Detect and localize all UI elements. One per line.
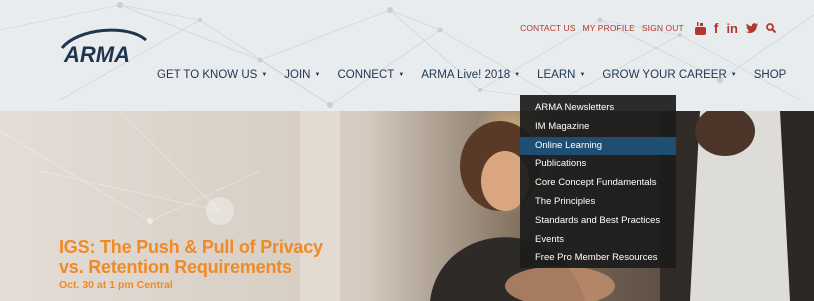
nav-label: SHOP bbox=[753, 69, 787, 81]
menu-item-core-concept-fundamentals[interactable]: Core Concept Fundamentals bbox=[520, 174, 676, 193]
facebook-icon[interactable]: f bbox=[714, 20, 719, 36]
main-nav: GET TO KNOW US ▼ JOIN ▼ CONNECT ▼ ARMA Live… bbox=[157, 69, 803, 81]
nav-learn[interactable]: LEARN ▼ bbox=[537, 69, 585, 81]
nav-arma-live[interactable]: ARMA Live! 2018 ▼ bbox=[421, 69, 520, 81]
utility-bar: CONTACT US MY PROFILE SIGN OUT f in bbox=[520, 20, 776, 36]
menu-item-im-magazine[interactable]: IM Magazine bbox=[520, 118, 676, 137]
nav-get-to-know-us[interactable]: GET TO KNOW US ▼ bbox=[157, 69, 267, 81]
twitter-icon[interactable] bbox=[746, 23, 758, 33]
chevron-down-icon: ▼ bbox=[579, 72, 586, 78]
site-header: ARMA CONTACT US MY PROFILE SIGN OUT f in… bbox=[0, 0, 814, 111]
chevron-down-icon: ▼ bbox=[514, 72, 521, 78]
youtube-icon[interactable] bbox=[694, 21, 706, 35]
nav-label: GROW YOUR CAREER bbox=[602, 69, 727, 81]
menu-item-free-pro-member-resources[interactable]: Free Pro Member Resources bbox=[520, 249, 676, 268]
nav-label: ARMA Live! 2018 bbox=[421, 69, 511, 81]
my-profile-link[interactable]: MY PROFILE bbox=[583, 23, 635, 33]
menu-item-events[interactable]: Events bbox=[520, 231, 676, 250]
logo-text: ARMA bbox=[63, 42, 130, 67]
hero-subtitle: Oct. 30 at 1 pm Central bbox=[59, 279, 173, 291]
menu-item-online-learning[interactable]: Online Learning bbox=[520, 136, 676, 156]
arma-logo[interactable]: ARMA bbox=[58, 26, 150, 70]
nav-label: GET TO KNOW US bbox=[157, 69, 258, 81]
hero-text: IGS: The Push & Pull of Privacy vs. Rete… bbox=[59, 237, 323, 291]
linkedin-icon[interactable]: in bbox=[726, 21, 738, 36]
nav-grow-your-career[interactable]: GROW YOUR CAREER ▼ bbox=[602, 69, 736, 81]
nav-label: LEARN bbox=[537, 69, 576, 81]
nav-join[interactable]: JOIN ▼ bbox=[284, 69, 320, 81]
menu-item-publications[interactable]: Publications bbox=[520, 155, 676, 174]
menu-item-the-principles[interactable]: The Principles bbox=[520, 193, 676, 212]
sign-out-link[interactable]: SIGN OUT bbox=[642, 23, 684, 33]
learn-dropdown-menu: ARMA Newsletters IM Magazine Online Lear… bbox=[520, 95, 676, 268]
menu-item-arma-newsletters[interactable]: ARMA Newsletters bbox=[520, 99, 676, 118]
hero-title-line-1[interactable]: IGS: The Push & Pull of Privacy bbox=[59, 237, 323, 257]
chevron-down-icon: ▼ bbox=[398, 72, 405, 78]
nav-shop[interactable]: SHOP bbox=[754, 69, 787, 81]
nav-label: JOIN bbox=[284, 69, 311, 81]
nav-label: CONNECT bbox=[337, 69, 395, 81]
search-icon[interactable] bbox=[766, 23, 776, 33]
nav-connect[interactable]: CONNECT ▼ bbox=[337, 69, 404, 81]
chevron-down-icon: ▼ bbox=[314, 72, 321, 78]
contact-us-link[interactable]: CONTACT US bbox=[520, 23, 575, 33]
arma-logo-mark: ARMA bbox=[60, 28, 147, 67]
menu-item-standards-best-practices[interactable]: Standards and Best Practices bbox=[520, 212, 676, 231]
hero-title-line-2[interactable]: vs. Retention Requirements bbox=[59, 257, 323, 277]
chevron-down-icon: ▼ bbox=[261, 72, 268, 78]
chevron-down-icon: ▼ bbox=[730, 72, 737, 78]
social-icons: f in bbox=[694, 20, 776, 36]
